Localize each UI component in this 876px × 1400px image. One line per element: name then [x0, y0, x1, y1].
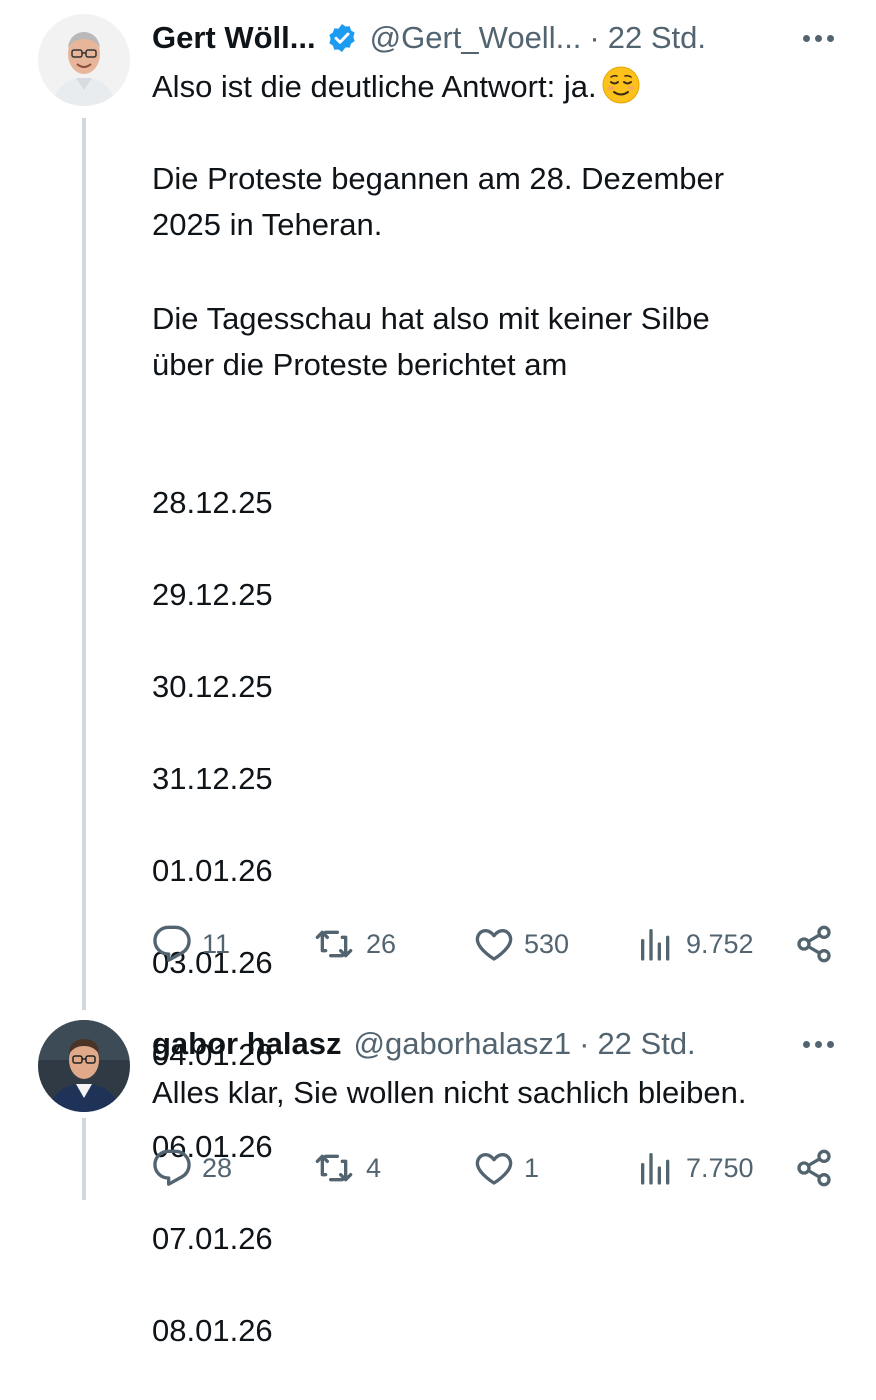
more-options-icon[interactable]	[803, 16, 834, 60]
share-button[interactable]	[794, 924, 834, 964]
date-item: 08.01.26	[152, 1313, 273, 1348]
like-button[interactable]: 530	[474, 924, 569, 964]
avatar[interactable]	[38, 1020, 130, 1112]
reply-button[interactable]: 11	[152, 924, 230, 964]
tweet-text-line1: Also ist die deutliche Antwort: ja.	[152, 64, 852, 110]
action-bar: 28 4 1 7.750	[152, 1146, 836, 1192]
repost-count: 26	[366, 928, 397, 959]
date-item: 07.01.26	[152, 1221, 273, 1256]
repost-count: 4	[366, 1152, 382, 1183]
separator-dot: ·	[589, 20, 600, 55]
tweet-first-sentence: Also ist die deutliche Antwort: ja.	[152, 69, 597, 104]
relieved-face-icon	[601, 65, 641, 105]
tweet-paragraph-3: Die Tagesschau hat also mit keiner Silbe…	[152, 301, 710, 382]
share-icon	[797, 925, 831, 963]
like-button[interactable]: 1	[474, 1148, 539, 1188]
views-button[interactable]: 7.750	[636, 1148, 754, 1188]
date-item: 01.01.26	[152, 853, 273, 888]
views-button[interactable]: 9.752	[636, 924, 754, 964]
tweet-text: Alles klar, Sie wollen nicht sachlich bl…	[152, 1075, 747, 1110]
date-item: 30.12.25	[152, 669, 273, 704]
views-chart-icon	[641, 929, 670, 961]
date-item: 29.12.25	[152, 577, 273, 612]
author-name[interactable]: gabor halasz	[152, 1026, 342, 1062]
like-count: 530	[524, 928, 570, 959]
date-item: 31.12.25	[152, 761, 273, 796]
avatar[interactable]	[38, 14, 130, 106]
tweet-header: gabor halasz @gaborhalasz1 · 22 Std.	[152, 1022, 696, 1066]
share-button[interactable]	[794, 1148, 834, 1188]
author-name[interactable]: Gert Wöll...	[152, 20, 316, 56]
view-count: 7.750	[686, 1152, 754, 1183]
tweet-gert[interactable]: Gert Wöll... @Gert_Woell... · 22 Std. Al…	[0, 0, 876, 1348]
heart-icon	[475, 1153, 513, 1185]
reply-count: 11	[202, 928, 231, 959]
date-item: 28.12.25	[152, 485, 273, 520]
reply-button[interactable]: 28	[152, 1148, 232, 1188]
reply-icon	[153, 925, 191, 962]
tweet-header: Gert Wöll... @Gert_Woell... · 22 Std.	[152, 16, 706, 60]
tweet-gabor[interactable]: gabor halasz @gaborhalasz1 · 22 Std. All…	[0, 1010, 876, 1200]
action-bar: 11 26 530 9.752	[152, 922, 836, 968]
separator-dot: ·	[579, 1026, 590, 1061]
repost-button[interactable]: 26	[312, 924, 396, 964]
repost-icon	[315, 1154, 353, 1182]
view-count: 9.752	[686, 928, 754, 959]
author-handle[interactable]: @Gert_Woell...	[370, 20, 582, 56]
reply-icon	[153, 1149, 191, 1186]
verified-badge-icon	[326, 22, 358, 54]
views-chart-icon	[641, 1153, 670, 1185]
more-options-icon[interactable]	[803, 1022, 834, 1066]
like-count: 1	[524, 1152, 540, 1183]
reply-count: 28	[202, 1152, 233, 1183]
repost-button[interactable]: 4	[312, 1148, 381, 1188]
timestamp[interactable]: 22 Std.	[608, 20, 706, 56]
share-icon	[797, 1149, 831, 1187]
timestamp[interactable]: 22 Std.	[597, 1026, 695, 1062]
date-list: 28.12.25 29.12.25 30.12.25 31.12.25 01.0…	[152, 434, 852, 1400]
tweet-paragraph-2: Die Proteste begannen am 28. Dezember 20…	[152, 161, 725, 242]
author-handle[interactable]: @gaborhalasz1	[354, 1026, 572, 1062]
heart-icon	[475, 929, 513, 961]
repost-icon	[315, 930, 353, 958]
